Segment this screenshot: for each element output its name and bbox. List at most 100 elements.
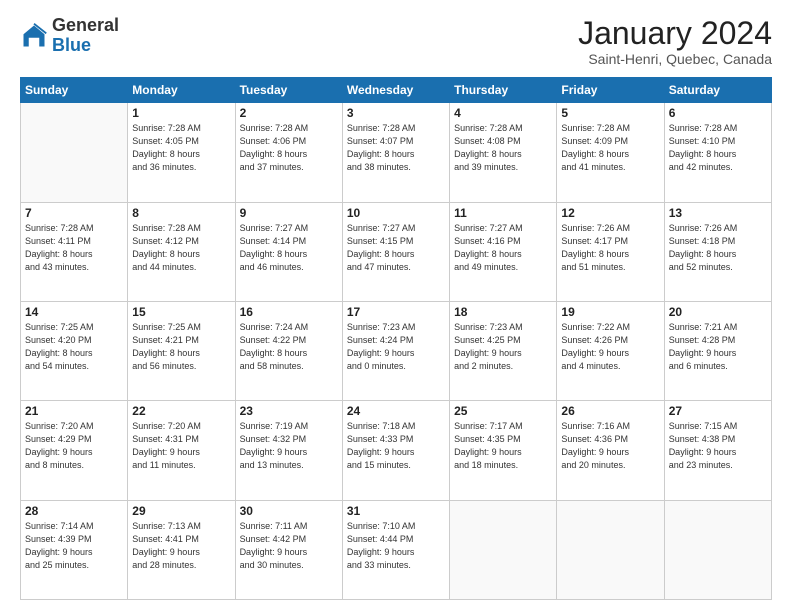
day-number: 31 (347, 504, 445, 518)
day-number: 20 (669, 305, 767, 319)
day-info: Sunrise: 7:28 AM Sunset: 4:05 PM Dayligh… (132, 122, 230, 174)
logo-text: General Blue (52, 16, 119, 56)
day-info: Sunrise: 7:16 AM Sunset: 4:36 PM Dayligh… (561, 420, 659, 472)
calendar-cell: 14 Sunrise: 7:25 AM Sunset: 4:20 PM Dayli… (21, 301, 128, 400)
day-number: 27 (669, 404, 767, 418)
day-info: Sunrise: 7:27 AM Sunset: 4:15 PM Dayligh… (347, 222, 445, 274)
day-number: 15 (132, 305, 230, 319)
day-info: Sunrise: 7:28 AM Sunset: 4:11 PM Dayligh… (25, 222, 123, 274)
calendar-cell: 5 Sunrise: 7:28 AM Sunset: 4:09 PM Daylig… (557, 103, 664, 202)
day-number: 3 (347, 106, 445, 120)
title-block: January 2024 Saint-Henri, Quebec, Canada (578, 16, 772, 67)
weekday-header-monday: Monday (128, 78, 235, 103)
day-info: Sunrise: 7:28 AM Sunset: 4:10 PM Dayligh… (669, 122, 767, 174)
calendar-cell: 21Sunrise: 7:20 AM Sunset: 4:29 PM Dayli… (21, 401, 128, 500)
calendar-cell (557, 500, 664, 599)
week-row-3: 14 Sunrise: 7:25 AM Sunset: 4:20 PM Dayli… (21, 301, 772, 400)
weekday-header-friday: Friday (557, 78, 664, 103)
calendar-cell: 23 Sunrise: 7:19 AM Sunset: 4:32 PM Dayli… (235, 401, 342, 500)
day-info: Sunrise: 7:28 AM Sunset: 4:08 PM Dayligh… (454, 122, 552, 174)
calendar-cell: 27 Sunrise: 7:15 AM Sunset: 4:38 PM Dayli… (664, 401, 771, 500)
day-number: 26 (561, 404, 659, 418)
day-info: Sunrise: 7:25 AM Sunset: 4:20 PM Dayligh… (25, 321, 123, 373)
day-info: Sunrise: 7:28 AM Sunset: 4:12 PM Dayligh… (132, 222, 230, 274)
day-number: 6 (669, 106, 767, 120)
calendar-table: SundayMondayTuesdayWednesdayThursdayFrid… (20, 77, 772, 600)
day-info: Sunrise: 7:27 AM Sunset: 4:16 PM Dayligh… (454, 222, 552, 274)
day-number: 8 (132, 206, 230, 220)
day-number: 1 (132, 106, 230, 120)
week-row-1: 1 Sunrise: 7:28 AM Sunset: 4:05 PM Daylig… (21, 103, 772, 202)
day-info: Sunrise: 7:28 AM Sunset: 4:09 PM Dayligh… (561, 122, 659, 174)
day-info: Sunrise: 7:24 AM Sunset: 4:22 PM Dayligh… (240, 321, 338, 373)
weekday-header-wednesday: Wednesday (342, 78, 449, 103)
day-number: 2 (240, 106, 338, 120)
day-number: 24 (347, 404, 445, 418)
day-number: 16 (240, 305, 338, 319)
calendar-cell: 9Sunrise: 7:27 AM Sunset: 4:14 PM Daylig… (235, 202, 342, 301)
day-number: 23 (240, 404, 338, 418)
calendar-cell: 10 Sunrise: 7:27 AM Sunset: 4:15 PM Dayli… (342, 202, 449, 301)
location-subtitle: Saint-Henri, Quebec, Canada (578, 51, 772, 67)
day-info: Sunrise: 7:26 AM Sunset: 4:17 PM Dayligh… (561, 222, 659, 274)
calendar-cell: 12 Sunrise: 7:26 AM Sunset: 4:17 PM Dayli… (557, 202, 664, 301)
day-info: Sunrise: 7:11 AM Sunset: 4:42 PM Dayligh… (240, 520, 338, 572)
day-info: Sunrise: 7:15 AM Sunset: 4:38 PM Dayligh… (669, 420, 767, 472)
calendar-cell (450, 500, 557, 599)
week-row-5: 28 Sunrise: 7:14 AM Sunset: 4:39 PM Dayli… (21, 500, 772, 599)
weekday-header-thursday: Thursday (450, 78, 557, 103)
day-info: Sunrise: 7:25 AM Sunset: 4:21 PM Dayligh… (132, 321, 230, 373)
header: General Blue January 2024 Saint-Henri, Q… (20, 16, 772, 67)
day-info: Sunrise: 7:17 AM Sunset: 4:35 PM Dayligh… (454, 420, 552, 472)
day-number: 13 (669, 206, 767, 220)
day-info: Sunrise: 7:20 AM Sunset: 4:31 PM Dayligh… (132, 420, 230, 472)
day-info: Sunrise: 7:22 AM Sunset: 4:26 PM Dayligh… (561, 321, 659, 373)
logo-blue: Blue (52, 35, 91, 55)
calendar-cell: 17Sunrise: 7:23 AM Sunset: 4:24 PM Dayli… (342, 301, 449, 400)
day-number: 11 (454, 206, 552, 220)
day-number: 14 (25, 305, 123, 319)
calendar-cell: 6 Sunrise: 7:28 AM Sunset: 4:10 PM Daylig… (664, 103, 771, 202)
weekday-header-saturday: Saturday (664, 78, 771, 103)
calendar-cell: 29Sunrise: 7:13 AM Sunset: 4:41 PM Dayli… (128, 500, 235, 599)
calendar-cell: 8 Sunrise: 7:28 AM Sunset: 4:12 PM Daylig… (128, 202, 235, 301)
day-number: 30 (240, 504, 338, 518)
calendar-cell: 30 Sunrise: 7:11 AM Sunset: 4:42 PM Dayli… (235, 500, 342, 599)
calendar-cell: 3Sunrise: 7:28 AM Sunset: 4:07 PM Daylig… (342, 103, 449, 202)
month-title: January 2024 (578, 16, 772, 51)
day-number: 28 (25, 504, 123, 518)
day-number: 10 (347, 206, 445, 220)
day-number: 22 (132, 404, 230, 418)
calendar-cell (21, 103, 128, 202)
day-number: 5 (561, 106, 659, 120)
calendar-cell: 20Sunrise: 7:21 AM Sunset: 4:28 PM Dayli… (664, 301, 771, 400)
day-info: Sunrise: 7:27 AM Sunset: 4:14 PM Dayligh… (240, 222, 338, 274)
calendar-cell: 16 Sunrise: 7:24 AM Sunset: 4:22 PM Dayli… (235, 301, 342, 400)
day-number: 12 (561, 206, 659, 220)
day-info: Sunrise: 7:14 AM Sunset: 4:39 PM Dayligh… (25, 520, 123, 572)
day-number: 17 (347, 305, 445, 319)
calendar-cell: 11 Sunrise: 7:27 AM Sunset: 4:16 PM Dayli… (450, 202, 557, 301)
weekday-header-tuesday: Tuesday (235, 78, 342, 103)
day-info: Sunrise: 7:28 AM Sunset: 4:06 PM Dayligh… (240, 122, 338, 174)
calendar-cell: 28 Sunrise: 7:14 AM Sunset: 4:39 PM Dayli… (21, 500, 128, 599)
logo-general: General (52, 15, 119, 35)
week-row-2: 7 Sunrise: 7:28 AM Sunset: 4:11 PM Daylig… (21, 202, 772, 301)
logo-icon (20, 22, 48, 50)
day-number: 18 (454, 305, 552, 319)
calendar-cell: 31Sunrise: 7:10 AM Sunset: 4:44 PM Dayli… (342, 500, 449, 599)
day-number: 29 (132, 504, 230, 518)
day-info: Sunrise: 7:19 AM Sunset: 4:32 PM Dayligh… (240, 420, 338, 472)
logo: General Blue (20, 16, 119, 56)
calendar-cell (664, 500, 771, 599)
page: General Blue January 2024 Saint-Henri, Q… (0, 0, 792, 612)
calendar-cell: 18 Sunrise: 7:23 AM Sunset: 4:25 PM Dayli… (450, 301, 557, 400)
weekday-header-sunday: Sunday (21, 78, 128, 103)
week-row-4: 21Sunrise: 7:20 AM Sunset: 4:29 PM Dayli… (21, 401, 772, 500)
day-number: 19 (561, 305, 659, 319)
calendar-cell: 4Sunrise: 7:28 AM Sunset: 4:08 PM Daylig… (450, 103, 557, 202)
calendar-cell: 25Sunrise: 7:17 AM Sunset: 4:35 PM Dayli… (450, 401, 557, 500)
calendar-cell: 26 Sunrise: 7:16 AM Sunset: 4:36 PM Dayli… (557, 401, 664, 500)
day-number: 7 (25, 206, 123, 220)
day-info: Sunrise: 7:23 AM Sunset: 4:25 PM Dayligh… (454, 321, 552, 373)
